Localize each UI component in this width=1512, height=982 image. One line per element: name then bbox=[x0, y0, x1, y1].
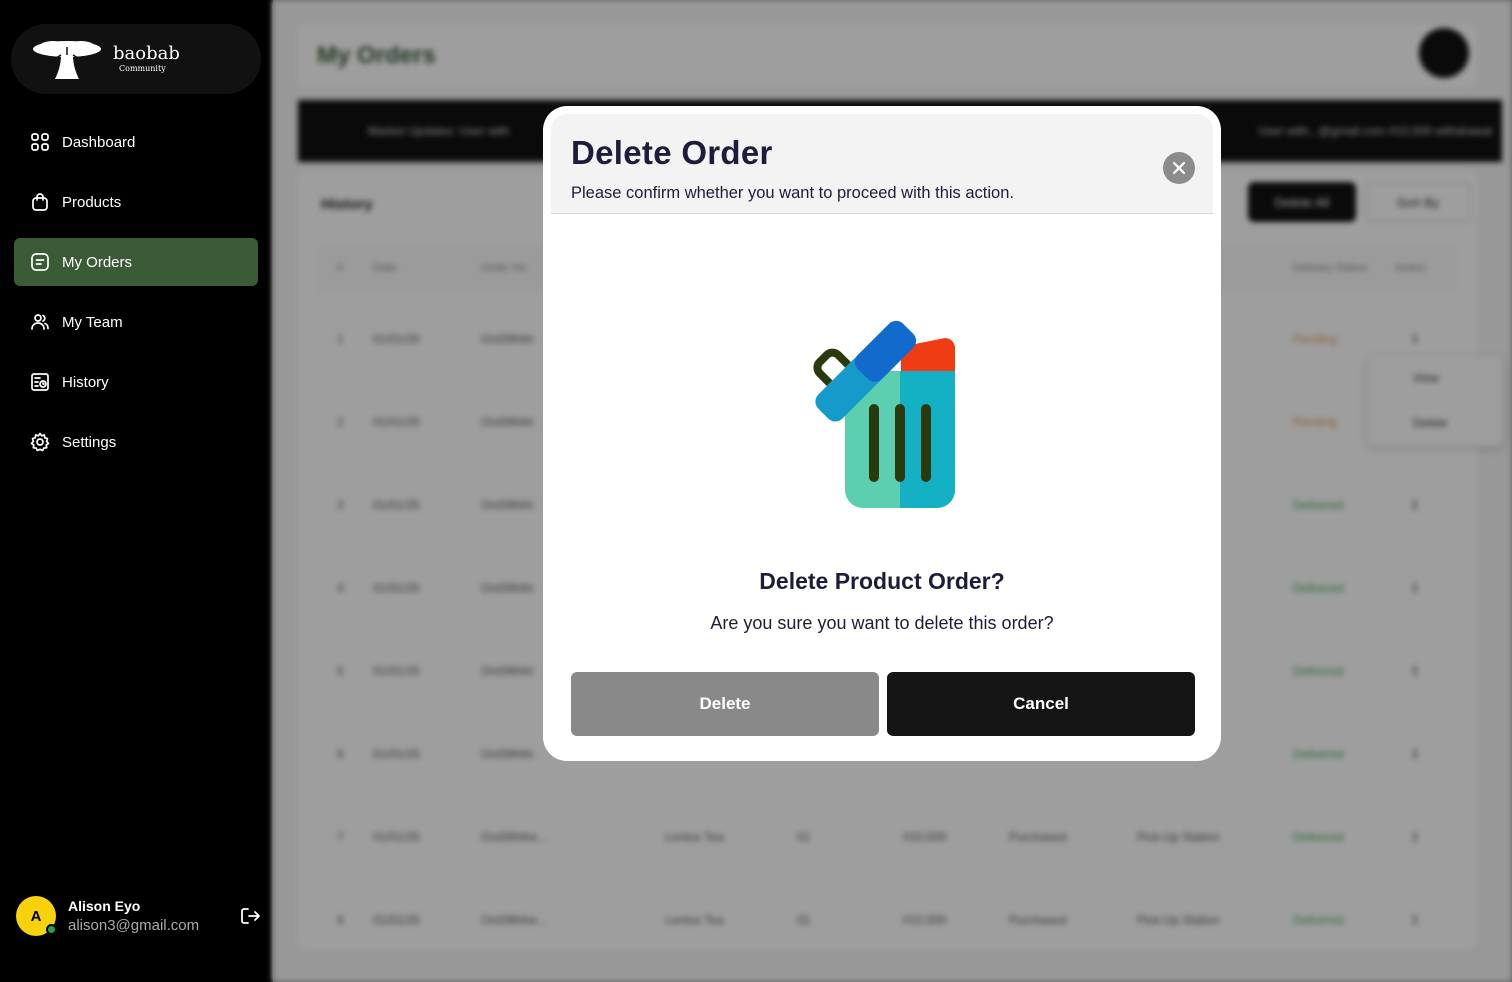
sidebar-item-label: Settings bbox=[62, 433, 117, 451]
avatar[interactable]: A bbox=[16, 896, 57, 936]
sidebar-item-label: History bbox=[62, 373, 109, 391]
sidebar-item-dashboard[interactable]: Dashboard bbox=[14, 118, 258, 166]
brand-logo-container[interactable]: baobab Community bbox=[11, 24, 261, 94]
modal-title: Delete Order bbox=[571, 134, 773, 171]
delete-button[interactable]: Delete bbox=[571, 672, 879, 736]
sidebar: baobab Community Dashboard Products My O… bbox=[0, 0, 273, 982]
user-name: Alison Eyo bbox=[68, 898, 141, 914]
close-icon bbox=[1172, 161, 1186, 175]
baobab-tree-logo bbox=[33, 41, 101, 79]
history-icon bbox=[31, 373, 49, 391]
close-button[interactable] bbox=[1163, 152, 1195, 184]
sidebar-item-label: My Team bbox=[62, 313, 123, 331]
user-email: alison3@gmail.com bbox=[68, 917, 200, 934]
sidebar-item-label: Dashboard bbox=[62, 133, 136, 151]
grid-icon bbox=[31, 133, 49, 151]
confirm-text: Are you sure you want to delete this ord… bbox=[710, 613, 1054, 633]
logout-icon[interactable] bbox=[239, 905, 261, 927]
modal-subtitle: Please confirm whether you want to proce… bbox=[571, 184, 1014, 202]
brand-subtitle: Community bbox=[119, 64, 166, 73]
sidebar-item-history[interactable]: History bbox=[14, 358, 258, 406]
modal-header: Delete Order Please confirm whether you … bbox=[551, 114, 1213, 214]
sidebar-item-my-team[interactable]: My Team bbox=[14, 298, 258, 346]
bag-icon bbox=[32, 193, 48, 211]
cancel-button[interactable]: Cancel bbox=[887, 672, 1195, 736]
user-profile: A Alison Eyo alison3@gmail.com bbox=[16, 895, 261, 937]
confirm-title: Delete Product Order? bbox=[759, 568, 1005, 594]
sidebar-item-settings[interactable]: Settings bbox=[14, 418, 258, 466]
sidebar-nav: Dashboard Products My Orders My Team His… bbox=[14, 118, 258, 478]
delete-order-modal: Delete Order Please confirm whether you … bbox=[543, 106, 1221, 761]
gear-icon bbox=[30, 432, 50, 452]
online-status-dot bbox=[46, 924, 57, 935]
sidebar-item-my-orders[interactable]: My Orders bbox=[14, 238, 258, 286]
avatar-initial: A bbox=[30, 907, 42, 925]
orders-icon bbox=[31, 253, 49, 271]
sidebar-item-label: Products bbox=[62, 193, 122, 211]
sidebar-item-label: My Orders bbox=[62, 253, 133, 271]
trash-can-icon bbox=[813, 320, 955, 508]
brand-name: baobab bbox=[113, 43, 180, 64]
team-icon bbox=[31, 314, 49, 330]
sidebar-item-products[interactable]: Products bbox=[14, 178, 258, 226]
